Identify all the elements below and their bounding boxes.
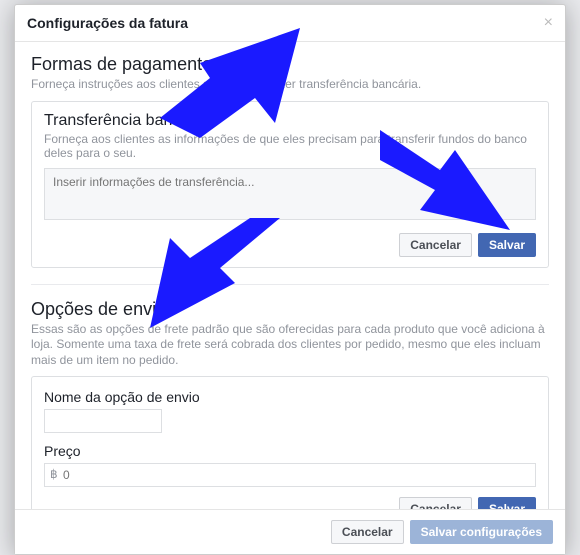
- modal-footer: Cancelar Salvar configurações: [15, 509, 565, 554]
- modal-body: Formas de pagamento Forneça instruções a…: [15, 42, 565, 509]
- bank-transfer-panel: Transferência bancária Forneça aos clien…: [31, 101, 549, 268]
- modal-header: Configurações da fatura ×: [15, 5, 565, 42]
- bank-transfer-save-button[interactable]: Salvar: [478, 233, 536, 257]
- shipping-section-title: Opções de envio: [31, 299, 549, 320]
- currency-symbol: ฿: [50, 467, 58, 481]
- bank-transfer-title: Transferência bancária: [44, 112, 536, 130]
- payment-section-title: Formas de pagamento: [31, 54, 549, 75]
- close-icon[interactable]: ×: [544, 15, 553, 31]
- shipping-price-input[interactable]: [44, 463, 536, 487]
- shipping-buttons: Cancelar Salvar: [44, 497, 536, 509]
- transfer-info-textarea[interactable]: [44, 168, 536, 220]
- shipping-name-input[interactable]: [44, 409, 162, 433]
- modal-title: Configurações da fatura: [27, 15, 188, 31]
- shipping-price-label: Preço: [44, 443, 536, 459]
- invoice-settings-modal: Configurações da fatura × Formas de paga…: [14, 4, 566, 555]
- shipping-name-label: Nome da opção de envio: [44, 389, 536, 405]
- footer-save-button[interactable]: Salvar configurações: [410, 520, 553, 544]
- shipping-option-panel: Nome da opção de envio Preço ฿ Cancelar …: [31, 376, 549, 509]
- shipping-save-button[interactable]: Salvar: [478, 497, 536, 509]
- shipping-cancel-button[interactable]: Cancelar: [399, 497, 472, 509]
- payment-section-desc: Forneça instruções aos clientes sobre co…: [31, 77, 549, 93]
- price-input-wrap: ฿: [44, 463, 536, 487]
- section-divider: [31, 284, 549, 285]
- bank-transfer-desc: Forneça aos clientes as informações de q…: [44, 132, 536, 160]
- bank-transfer-buttons: Cancelar Salvar: [44, 233, 536, 257]
- shipping-section-desc: Essas são as opções de frete padrão que …: [31, 322, 549, 369]
- footer-cancel-button[interactable]: Cancelar: [331, 520, 404, 544]
- bank-transfer-cancel-button[interactable]: Cancelar: [399, 233, 472, 257]
